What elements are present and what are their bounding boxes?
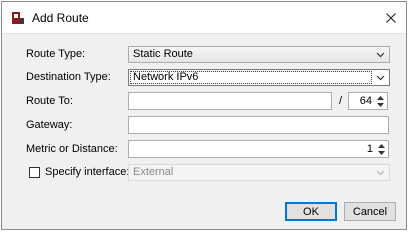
spin-up-icon[interactable]: [376, 142, 387, 149]
chevron-down-icon: [376, 170, 385, 176]
firewall-app-icon: [12, 12, 24, 24]
spin-up-icon[interactable]: [375, 94, 386, 101]
spin-down-icon[interactable]: [376, 149, 387, 156]
add-route-dialog: Add Route Route Type: Static Route Desti…: [1, 1, 407, 230]
route-type-label: Route Type:: [26, 48, 86, 60]
close-button[interactable]: [376, 2, 406, 33]
prefix-length-value: 64: [359, 95, 372, 107]
interface-value: External: [133, 166, 174, 178]
route-to-label: Route To:: [26, 95, 73, 107]
dialog-body: Route Type: Static Route Destination Typ…: [2, 33, 406, 229]
metric-value: 1: [366, 143, 373, 155]
prefix-separator: /: [339, 95, 343, 107]
gateway-label: Gateway:: [26, 119, 73, 131]
spin-down-icon[interactable]: [375, 101, 386, 108]
route-type-select[interactable]: Static Route: [128, 46, 390, 63]
specify-interface-label: Specify interface:: [45, 166, 130, 178]
metric-stepper[interactable]: 1: [128, 140, 389, 158]
close-icon: [386, 12, 396, 23]
specify-interface-checkbox[interactable]: [29, 167, 40, 178]
ok-button[interactable]: OK: [285, 202, 337, 221]
chevron-down-icon: [376, 52, 385, 58]
chevron-down-icon: [376, 75, 385, 81]
cancel-button[interactable]: Cancel: [344, 202, 396, 221]
destination-type-value: Network IPv6: [133, 71, 199, 83]
interface-select[interactable]: External: [128, 164, 390, 181]
prefix-length-stepper[interactable]: 64: [348, 92, 388, 110]
metric-label: Metric or Distance:: [26, 143, 118, 155]
route-to-input[interactable]: [128, 92, 332, 110]
gateway-input[interactable]: [128, 116, 389, 134]
destination-type-select[interactable]: Network IPv6: [128, 69, 390, 86]
dialog-title: Add Route: [32, 11, 89, 25]
destination-type-label: Destination Type:: [26, 71, 111, 83]
route-type-value: Static Route: [133, 48, 193, 60]
title-bar: Add Route: [2, 2, 406, 33]
